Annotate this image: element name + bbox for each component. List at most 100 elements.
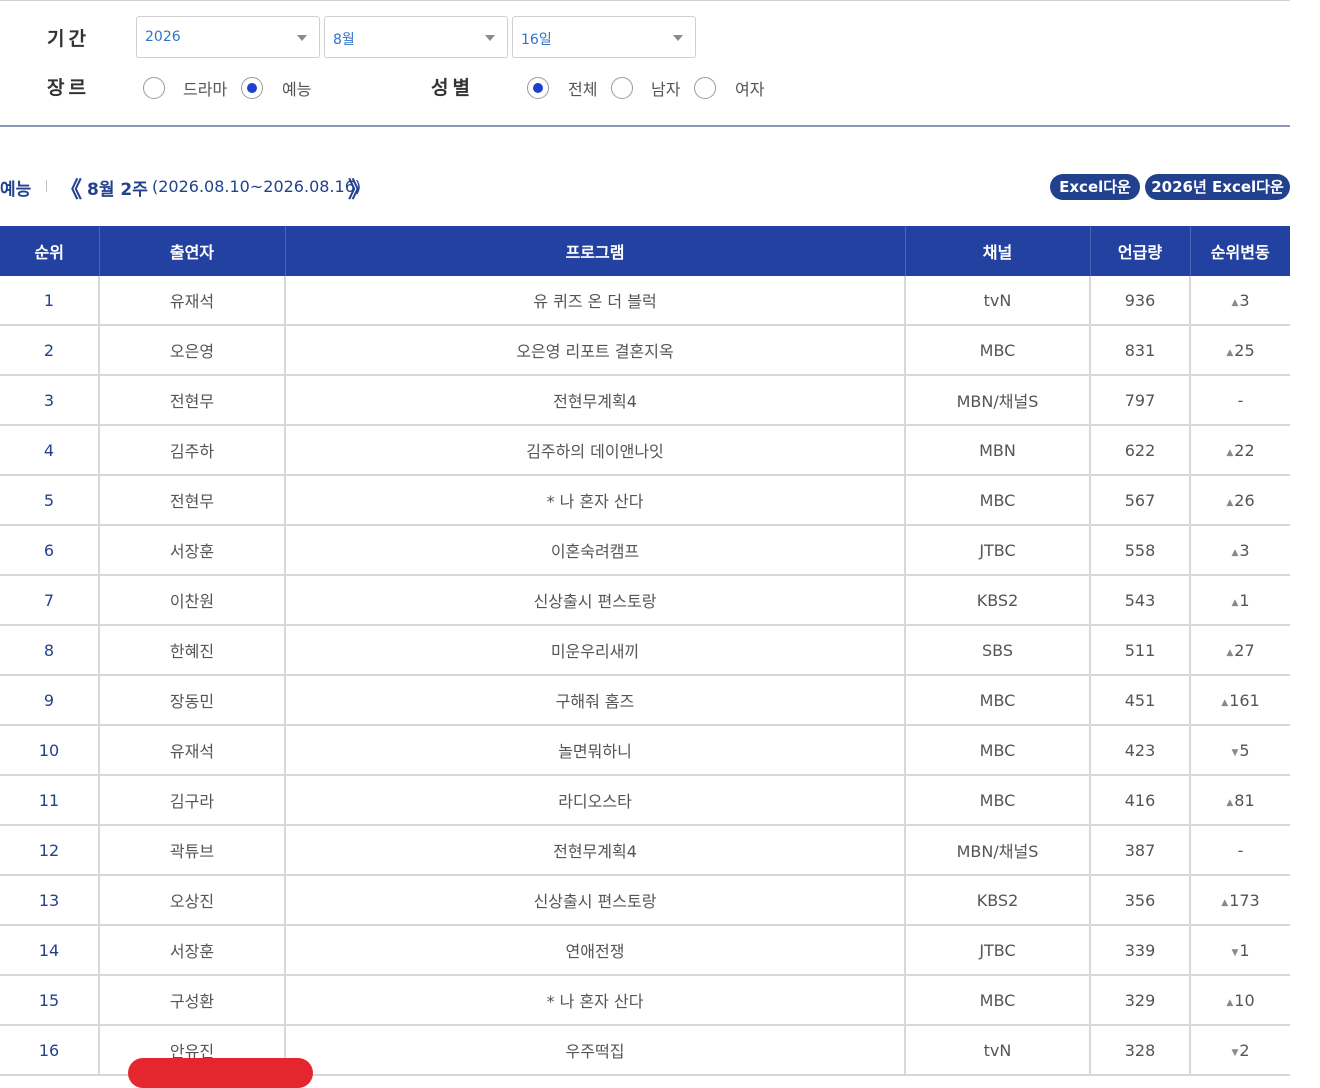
channel-cell: SBS	[905, 625, 1091, 676]
rank-cell: 2	[0, 325, 100, 376]
rank-change-value: 10	[1234, 990, 1255, 1010]
program-cell: 전현무계획4	[285, 375, 906, 426]
person-cell: 전현무	[99, 475, 286, 526]
triangle-up-icon: ▲	[1226, 447, 1234, 458]
program-cell: * 나 혼자 산다	[285, 975, 906, 1026]
table-row: 7 이찬원 신상출시 편스토랑 KBS2 543 ▲1	[0, 575, 1290, 626]
person-cell: 오은영	[99, 325, 286, 376]
mentions-cell: 356	[1090, 875, 1191, 926]
mentions-cell: 451	[1090, 675, 1191, 726]
rank-cell: 8	[0, 625, 100, 676]
rank-change-value: -	[1237, 840, 1244, 860]
year-select[interactable]: 2026	[136, 16, 320, 58]
person-cell: 김주하	[99, 425, 286, 476]
table-row: 1 유재석 유 퀴즈 온 더 블럭 tvN 936 ▲3	[0, 276, 1290, 326]
month-select[interactable]: 8월	[324, 16, 508, 58]
mentions-cell: 328	[1090, 1025, 1191, 1076]
rank-cell: 9	[0, 675, 100, 726]
header-program: 프로그램	[285, 226, 906, 276]
next-week-icon[interactable]: 》	[348, 172, 370, 204]
gender-option-all[interactable]: 전체	[568, 76, 597, 100]
genre-radio-drama[interactable]	[143, 77, 165, 99]
rank-change-cell: ▲27	[1190, 625, 1290, 676]
program-cell: 놀면뭐하니	[285, 725, 906, 776]
header-person: 출연자	[99, 226, 286, 276]
program-cell: 이혼숙려캠프	[285, 525, 906, 576]
channel-cell: KBS2	[905, 875, 1091, 926]
rank-change-cell: ▲10	[1190, 975, 1290, 1026]
table-row: 5 전현무 * 나 혼자 산다 MBC 567 ▲26	[0, 475, 1290, 526]
channel-cell: tvN	[905, 276, 1091, 326]
prev-week-icon[interactable]: 《	[60, 172, 82, 204]
genre-option-drama[interactable]: 드라마	[183, 76, 227, 100]
person-cell: 이찬원	[99, 575, 286, 626]
rank-change-cell: ▲26	[1190, 475, 1290, 526]
rank-change-value: 1	[1239, 590, 1250, 610]
gender-radio-male[interactable]	[611, 77, 633, 99]
rank-change-value: 25	[1234, 340, 1255, 360]
table-row: 3 전현무 전현무계획4 MBN/채널S 797 -	[0, 375, 1290, 426]
rank-cell: 13	[0, 875, 100, 926]
divider	[46, 180, 47, 192]
mentions-cell: 423	[1090, 725, 1191, 776]
table-row: 13 오상진 신상출시 편스토랑 KBS2 356 ▲173	[0, 875, 1290, 926]
mentions-cell: 387	[1090, 825, 1191, 876]
gender-radio-female[interactable]	[694, 77, 716, 99]
channel-cell: MBC	[905, 775, 1091, 826]
mentions-cell: 797	[1090, 375, 1191, 426]
channel-cell: MBC	[905, 975, 1091, 1026]
rank-cell: 14	[0, 925, 100, 976]
triangle-down-icon: ▼	[1231, 1047, 1239, 1058]
genre-option-variety[interactable]: 예능	[282, 76, 311, 100]
mentions-cell: 831	[1090, 325, 1191, 376]
rank-change-cell: -	[1190, 375, 1290, 426]
triangle-down-icon: ▼	[1231, 947, 1239, 958]
channel-cell: MBC	[905, 725, 1091, 776]
chevron-down-icon	[297, 35, 307, 41]
gender-option-male[interactable]: 남자	[651, 76, 680, 100]
year-excel-download-button[interactable]: 2026년 Excel다운	[1145, 174, 1290, 200]
program-cell: 구해줘 홈즈	[285, 675, 906, 726]
header-mentions: 언급량	[1090, 226, 1191, 276]
channel-cell: MBC	[905, 325, 1091, 376]
mentions-cell: 558	[1090, 525, 1191, 576]
person-cell: 서장훈	[99, 525, 286, 576]
triangle-up-icon: ▲	[1226, 647, 1234, 658]
triangle-up-icon: ▲	[1231, 297, 1239, 308]
person-cell: 오상진	[99, 875, 286, 926]
triangle-up-icon: ▲	[1231, 547, 1239, 558]
rank-cell: 11	[0, 775, 100, 826]
year-select-value: 2026	[145, 29, 181, 45]
genre-radio-variety[interactable]	[241, 77, 263, 99]
table-header-row: 순위 출연자 프로그램 채널 언급량 순위변동	[0, 226, 1290, 276]
week-range: (2026.08.10~2026.08.16)	[152, 177, 362, 196]
gender-radio-all[interactable]	[527, 77, 549, 99]
channel-cell: JTBC	[905, 525, 1091, 576]
chevron-down-icon	[485, 35, 495, 41]
genre-label: 장르	[47, 77, 90, 99]
rank-change-cell: ▲22	[1190, 425, 1290, 476]
excel-download-button[interactable]: Excel다운	[1050, 174, 1140, 200]
day-select[interactable]: 16일	[512, 16, 696, 58]
rank-change-cell: ▲1	[1190, 575, 1290, 626]
period-label: 기간	[47, 28, 90, 50]
header-rank-change: 순위변동	[1190, 226, 1290, 276]
mentions-cell: 567	[1090, 475, 1191, 526]
table-row: 11 김구라 라디오스타 MBC 416 ▲81	[0, 775, 1290, 826]
chevron-down-icon	[673, 35, 683, 41]
gender-label: 성별	[431, 77, 474, 99]
program-cell: 우주떡집	[285, 1025, 906, 1076]
rank-change-cell: ▲3	[1190, 276, 1290, 326]
rank-change-value: 2	[1239, 1040, 1250, 1060]
mentions-cell: 511	[1090, 625, 1191, 676]
filter-panel: 기간 2026 8월 16일 장르 드라마 예능 성별 전체 남자 여자	[0, 0, 1290, 127]
rank-change-value: 5	[1239, 740, 1250, 760]
red-highlight-mark	[128, 1058, 313, 1088]
person-cell: 유재석	[99, 276, 286, 326]
program-cell: 전현무계획4	[285, 825, 906, 876]
person-cell: 곽튜브	[99, 825, 286, 876]
triangle-up-icon: ▲	[1226, 997, 1234, 1008]
table-row: 6 서장훈 이혼숙려캠프 JTBC 558 ▲3	[0, 525, 1290, 576]
channel-cell: MBC	[905, 475, 1091, 526]
gender-option-female[interactable]: 여자	[735, 76, 764, 100]
